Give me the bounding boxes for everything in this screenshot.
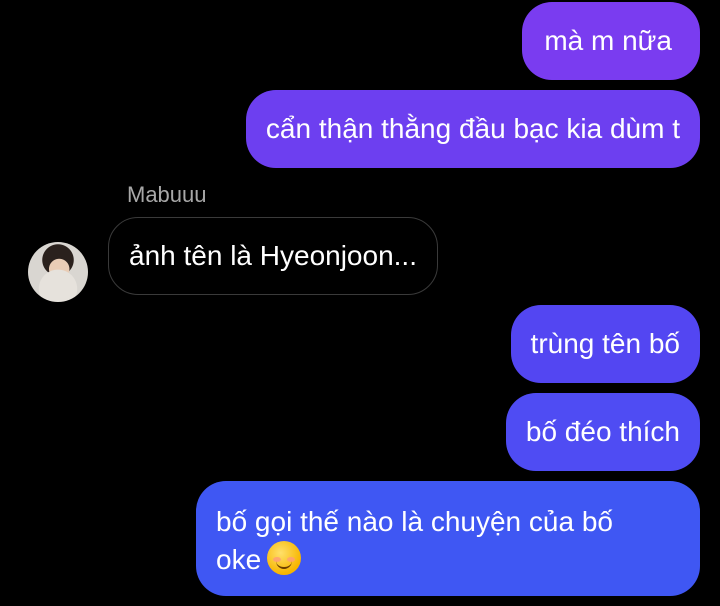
sender-name: Mabuuu bbox=[127, 182, 207, 207]
message-text-line: oke bbox=[216, 541, 680, 579]
message-text: cẩn thận thằng đầu bạc kia dùm t bbox=[265, 113, 680, 144]
message-text: trùng tên bố bbox=[530, 328, 680, 359]
avatar[interactable] bbox=[28, 242, 88, 302]
outgoing-message[interactable]: mà m nữa bbox=[522, 2, 700, 80]
smiling-face-emoji-icon bbox=[267, 541, 302, 575]
outgoing-message[interactable]: bố gọi thế nào là chuyện của bố oke bbox=[196, 481, 700, 596]
outgoing-message[interactable]: cẩn thận thằng đầu bạc kia dùm t bbox=[245, 90, 700, 168]
message-text: bố đéo thích bbox=[525, 416, 680, 447]
outgoing-message[interactable]: trùng tên bố bbox=[510, 305, 700, 383]
message-text-line: bố gọi thế nào là chuyện của bố bbox=[216, 506, 613, 537]
incoming-message[interactable]: ảnh tên là Hyeonjoon... bbox=[108, 217, 438, 295]
message-text: mà m nữa bbox=[544, 25, 672, 56]
outgoing-message[interactable]: bố đéo thích bbox=[505, 393, 700, 471]
message-text: oke bbox=[216, 544, 262, 575]
message-text: ảnh tên là Hyeonjoon... bbox=[129, 240, 417, 271]
